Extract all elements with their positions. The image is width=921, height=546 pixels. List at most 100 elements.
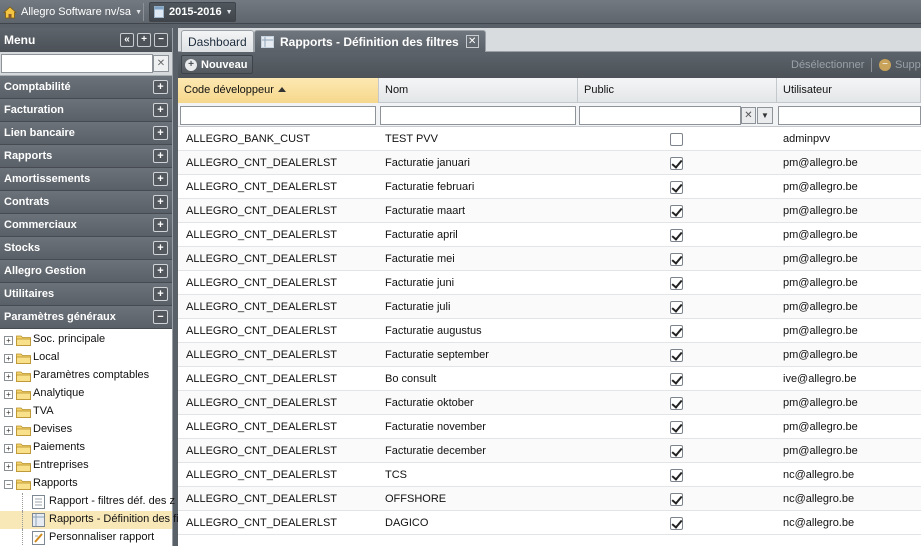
table-row[interactable]: ALLEGRO_CNT_DEALERLST Facturatie oktober p… [178,391,921,415]
table-row[interactable]: ALLEGRO_CNT_DEALERLST Facturatie mei pm@al… [178,247,921,271]
menu-category[interactable]: Contrats + [0,191,172,214]
table-row[interactable]: ALLEGRO_CNT_DEALERLST Facturatie juli pm@a… [178,295,921,319]
expand-all-icon[interactable]: + [137,33,151,47]
column-header-code[interactable]: Code développeur [178,78,379,103]
expand-icon[interactable]: + [153,126,168,140]
public-checkbox[interactable] [670,349,683,362]
public-checkbox[interactable] [670,133,683,146]
public-checkbox[interactable] [670,373,683,386]
tab-rapports-definition-filtres[interactable]: Rapports - Définition des filtres ✕ [254,30,486,52]
menu-category[interactable]: Facturation + [0,99,172,122]
table-row[interactable]: ALLEGRO_CNT_DEALERLST Facturatie april pm@… [178,223,921,247]
tree-item[interactable]: + Devises [0,421,172,439]
public-checkbox[interactable] [670,325,683,338]
table-row[interactable]: ALLEGRO_CNT_DEALERLST OFFSHORE nc@allegro.… [178,487,921,511]
expand-icon[interactable]: + [153,103,168,117]
expand-icon[interactable]: + [153,195,168,209]
tree-subitem[interactable]: Rapports - Définition des filtres [0,511,199,529]
menu-category[interactable]: Commerciaux + [0,214,172,237]
column-header-public[interactable]: Public [578,78,777,103]
table-row[interactable]: ALLEGRO_CNT_DEALERLST TCS nc@allegro.be [178,463,921,487]
expand-icon[interactable]: + [4,372,13,381]
public-checkbox[interactable] [670,157,683,170]
public-checkbox[interactable] [670,205,683,218]
column-header-nom[interactable]: Nom [379,78,578,103]
tree-item[interactable]: + Paramètres comptables [0,367,172,385]
public-checkbox[interactable] [670,445,683,458]
expand-icon[interactable]: + [4,444,13,453]
table-row[interactable]: ALLEGRO_CNT_DEALERLST Facturatie februari… [178,175,921,199]
expand-icon[interactable]: + [153,287,168,301]
expand-icon[interactable]: + [4,336,13,345]
collapse-icon[interactable]: − [4,480,13,489]
tree-subitem[interactable]: Personnaliser rapport [0,529,172,546]
tree-item[interactable]: + Analytique [0,385,172,403]
filter-nom-input[interactable] [380,106,576,125]
tree-item[interactable]: − Rapports [0,475,172,493]
filter-public-select[interactable] [579,106,741,125]
expand-icon[interactable]: + [153,264,168,278]
public-checkbox[interactable] [670,253,683,266]
tree-item[interactable]: + Soc. principale [0,331,172,349]
public-checkbox[interactable] [670,301,683,314]
tree-item[interactable]: + Paiements [0,439,172,457]
expand-icon[interactable]: + [153,172,168,186]
table-row[interactable]: ALLEGRO_CNT_DEALERLST Facturatie juni pm@a… [178,271,921,295]
collapse-panel-icon[interactable]: « [120,33,134,47]
expand-icon[interactable]: + [4,462,13,471]
expand-icon[interactable]: + [153,218,168,232]
tab-dashboard[interactable]: Dashboard [181,30,254,52]
public-checkbox[interactable] [670,229,683,242]
menu-category[interactable]: Amortissements + [0,168,172,191]
menu-category[interactable]: Utilitaires + [0,283,172,306]
public-checkbox[interactable] [670,493,683,506]
table-row[interactable]: ALLEGRO_CNT_DEALERLST Facturatie septembe… [178,343,921,367]
expand-icon[interactable]: + [4,408,13,417]
tree-item[interactable]: + TVA [0,403,172,421]
table-row[interactable]: ALLEGRO_BANK_CUST TEST PVV adminpvv [178,127,921,151]
table-row[interactable]: ALLEGRO_CNT_DEALERLST Facturatie januari p… [178,151,921,175]
tree-item[interactable]: + Local [0,349,172,367]
public-checkbox[interactable] [670,181,683,194]
chevron-down-icon[interactable]: ▼ [757,107,773,124]
new-button[interactable]: + Nouveau [181,55,254,74]
close-tab-icon[interactable]: ✕ [465,35,479,48]
filter-utilisateur-input[interactable] [778,106,921,125]
expand-icon[interactable]: + [4,426,13,435]
fiscal-year-selector[interactable]: 2015-2016 ▼ [149,2,236,22]
menu-category[interactable]: Allegro Gestion + [0,260,172,283]
menu-search-input[interactable] [1,54,153,73]
expand-icon[interactable]: + [153,241,168,255]
table-row[interactable]: ALLEGRO_CNT_DEALERLST Facturatie maart pm@… [178,199,921,223]
filter-code-input[interactable] [180,106,376,125]
table-row[interactable]: ALLEGRO_CNT_DEALERLST Facturatie augustus… [178,319,921,343]
menu-category[interactable]: Paramètres généraux − [0,306,172,329]
deselect-button[interactable]: Désélectionner [791,59,864,71]
expand-icon[interactable]: + [4,354,13,363]
table-row[interactable]: ALLEGRO_CNT_DEALERLST Facturatie november… [178,415,921,439]
tree-subitem[interactable]: Rapport - filtres déf. des z [0,493,175,511]
public-checkbox[interactable] [670,421,683,434]
public-checkbox[interactable] [670,277,683,290]
expand-icon[interactable]: + [153,80,168,94]
public-checkbox[interactable] [670,517,683,530]
menu-category[interactable]: Rapports + [0,145,172,168]
table-row[interactable]: ALLEGRO_CNT_DEALERLST Bo consult ive@alleg… [178,367,921,391]
company-selector[interactable]: Allegro Software nv/sa ▼ [3,3,142,21]
collapse-all-icon[interactable]: − [154,33,168,47]
delete-button[interactable]: − Supprimer [879,59,921,71]
column-header-utilisateur[interactable]: Utilisateur [777,78,921,103]
expand-icon[interactable]: + [4,390,13,399]
expand-icon[interactable]: + [153,149,168,163]
menu-category[interactable]: Comptabilité + [0,76,172,99]
public-checkbox[interactable] [670,397,683,410]
menu-category[interactable]: Stocks + [0,237,172,260]
clear-filter-icon[interactable]: ✕ [741,107,756,124]
clear-search-icon[interactable]: ✕ [153,55,169,72]
tree-item[interactable]: + Entreprises [0,457,172,475]
public-checkbox[interactable] [670,469,683,482]
collapse-icon[interactable]: − [153,310,168,324]
table-row[interactable]: ALLEGRO_CNT_DEALERLST DAGICO nc@allegro.be [178,511,921,535]
menu-category[interactable]: Lien bancaire + [0,122,172,145]
table-row[interactable]: ALLEGRO_CNT_DEALERLST Facturatie december… [178,439,921,463]
